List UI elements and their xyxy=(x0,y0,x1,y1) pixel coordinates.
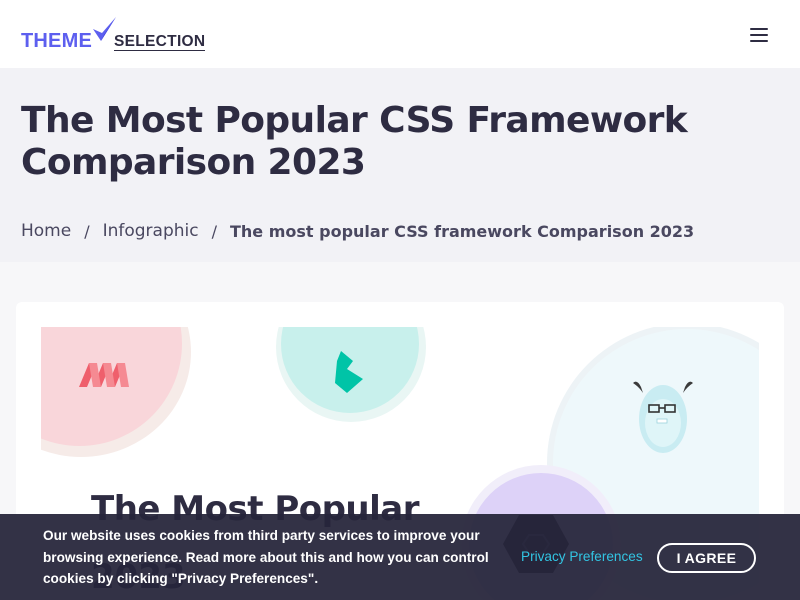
logo-check-mark-icon xyxy=(93,17,116,41)
logo-selection-text: SELECTION xyxy=(114,32,206,51)
breadcrumb-separator: / xyxy=(84,221,90,241)
logo-theme-text: THEME xyxy=(21,30,92,52)
hamburger-menu-icon[interactable] xyxy=(750,28,770,44)
breadcrumb: Home / Infographic / The most popular CS… xyxy=(21,219,694,243)
cookie-message: Our website uses cookies from third part… xyxy=(43,528,489,586)
cookie-consent-banner: Our website uses cookies from third part… xyxy=(0,514,800,600)
materialize-logo-icon xyxy=(79,363,129,387)
breadcrumb-home-link[interactable]: Home xyxy=(21,221,71,241)
breadcrumb-separator: / xyxy=(211,221,217,241)
bulma-logo-icon xyxy=(335,351,363,393)
site-header: THEME SELECTION xyxy=(0,0,800,68)
breadcrumb-current-page: The most popular CSS framework Compariso… xyxy=(230,221,695,241)
themeselection-logo[interactable]: THEME SELECTION xyxy=(21,17,206,52)
privacy-preferences-link[interactable]: Privacy Preferences xyxy=(521,549,643,564)
breadcrumb-infographic-link[interactable]: Infographic xyxy=(103,221,199,241)
page-hero: The Most Popular CSS Framework Compariso… xyxy=(0,68,800,262)
semantic-ui-yeti-icon xyxy=(633,381,693,453)
agree-button[interactable]: I AGREE xyxy=(657,543,756,573)
page-title: The Most Popular CSS Framework Compariso… xyxy=(21,100,688,183)
